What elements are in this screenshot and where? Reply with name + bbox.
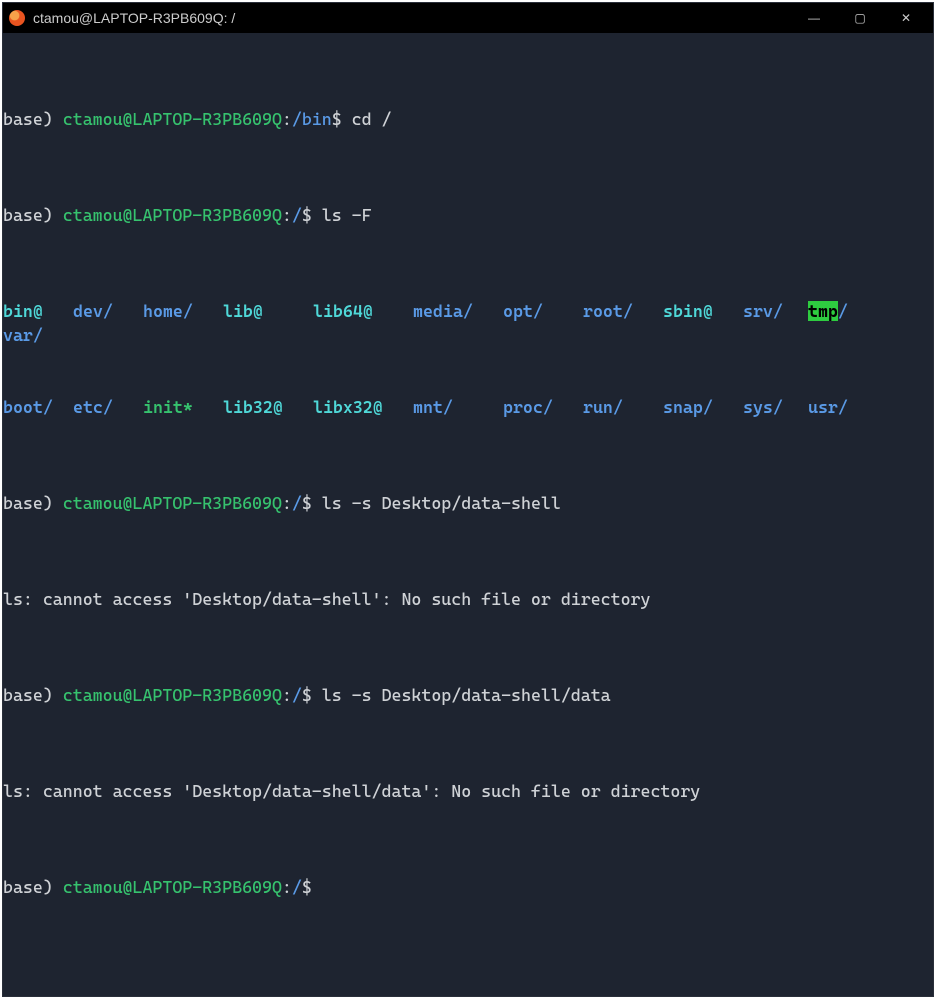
dollar: $ [332,109,342,129]
env-base: base) [3,109,63,129]
ls-entry: tmp/ [808,299,878,323]
ls-entry: lib32@ [223,395,313,419]
user-host: ctamou@LAPTOP-R3PB609Q [63,877,282,897]
ubuntu-icon [9,10,25,26]
close-icon: ✕ [901,11,911,25]
ls-entry: root/ [583,299,663,323]
maximize-icon: ▢ [854,11,865,25]
cwd: / [292,493,302,513]
command: ls -s Desktop/data-shell/data [312,685,611,705]
ls-output-row: boot/etc/init*lib32@libx32@mnt/proc/run/… [3,395,933,419]
ls-entry: media/ [413,299,503,323]
terminal-body[interactable]: base) ctamou@LAPTOP-R3PB609Q:/bin$ cd / … [3,33,933,996]
dollar: $ [302,493,312,513]
dollar: $ [302,205,312,225]
env-base: base) [3,493,63,513]
env-base: base) [3,877,63,897]
ls-entry: lib@ [223,299,313,323]
ls-entry: snap/ [663,395,743,419]
prompt-line: base) ctamou@LAPTOP-R3PB609Q:/bin$ cd / [3,107,933,131]
ls-entry: boot/ [3,395,73,419]
prompt-line: base) ctamou@LAPTOP-R3PB609Q:/$ ls -F [3,203,933,227]
colon: : [282,205,292,225]
colon: : [282,877,292,897]
env-base: base) [3,205,63,225]
ls-output-row: bin@dev/home/lib@lib64@media/opt/root/sb… [3,299,933,347]
ls-entry: init* [143,395,223,419]
window-title: ctamou@LAPTOP-R3PB609Q: / [33,10,791,26]
ls-entry: etc/ [73,395,143,419]
command: ls -F [312,205,372,225]
minimize-button[interactable]: — [791,3,837,33]
user-host: ctamou@LAPTOP-R3PB609Q [63,493,282,513]
ls-entry: proc/ [503,395,583,419]
terminal-window: ctamou@LAPTOP-R3PB609Q: / — ▢ ✕ base) ct… [2,2,934,997]
env-base: base) [3,685,63,705]
ls-entry: sbin@ [663,299,743,323]
command: cd / [342,109,392,129]
ls-entry: mnt/ [413,395,503,419]
error-output: ls: cannot access 'Desktop/data-shell': … [3,587,933,611]
prompt-line: base) ctamou@LAPTOP-R3PB609Q:/$ ls -s De… [3,683,933,707]
ls-entry: libx32@ [313,395,413,419]
user-host: ctamou@LAPTOP-R3PB609Q [63,685,282,705]
dollar: $ [302,685,312,705]
colon: : [282,109,292,129]
ls-entry: run/ [583,395,663,419]
ls-entry: srv/ [743,299,808,323]
user-host: ctamou@LAPTOP-R3PB609Q [63,109,282,129]
maximize-button[interactable]: ▢ [837,3,883,33]
dollar: $ [302,877,312,897]
minimize-icon: — [808,11,820,25]
ls-entry: lib64@ [313,299,413,323]
prompt-line: base) ctamou@LAPTOP-R3PB609Q:/$ [3,875,933,899]
ls-entry: home/ [143,299,223,323]
cwd: / [292,877,302,897]
colon: : [282,685,292,705]
error-output: ls: cannot access 'Desktop/data-shell/da… [3,779,933,803]
ls-entry: opt/ [503,299,583,323]
colon: : [282,493,292,513]
ls-entry: dev/ [73,299,143,323]
user-host: ctamou@LAPTOP-R3PB609Q [63,205,282,225]
cwd: /bin [292,109,332,129]
close-button[interactable]: ✕ [883,3,929,33]
prompt-line: base) ctamou@LAPTOP-R3PB609Q:/$ ls -s De… [3,491,933,515]
cwd: / [292,685,302,705]
ls-entry: sys/ [743,395,808,419]
ls-entry: var/ [3,323,63,347]
command: ls -s Desktop/data-shell [312,493,561,513]
cwd: / [292,205,302,225]
ls-entry: usr/ [808,395,878,419]
titlebar[interactable]: ctamou@LAPTOP-R3PB609Q: / — ▢ ✕ [3,3,933,33]
ls-entry: bin@ [3,299,73,323]
